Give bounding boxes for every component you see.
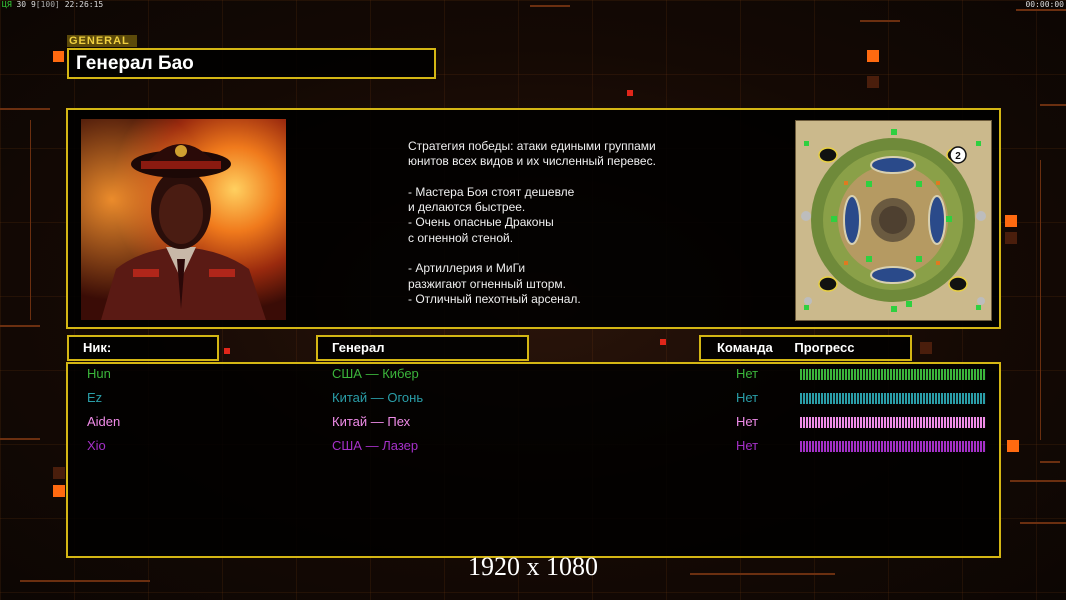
player-general: США — Кибер <box>332 366 419 381</box>
general-name: Генерал Бао <box>67 48 436 79</box>
bracket-value: [100] <box>35 0 60 9</box>
bg-square <box>867 50 879 62</box>
player-team: Нет <box>736 390 759 405</box>
bg-square <box>660 339 666 345</box>
player-nick: Hun <box>87 366 111 381</box>
general-portrait <box>81 119 286 320</box>
player-progress-bar <box>800 417 986 428</box>
minimap-image: 2 <box>796 121 991 320</box>
player-team: Нет <box>736 366 759 381</box>
portrait-image <box>81 119 286 320</box>
game-timer: 00:00:00 <box>1025 0 1064 9</box>
player-general: Китай — Огонь <box>332 390 424 405</box>
bg-vline <box>1040 160 1041 440</box>
header-progress: Прогресс <box>794 340 855 355</box>
status-bar: ЦЯ 30 9[100] 22:26:15 00:00:00 <box>0 0 1066 10</box>
bg-square <box>920 342 932 354</box>
player-progress-bar <box>800 393 986 404</box>
bg-line <box>1010 480 1066 482</box>
general-description: Стратегия победы: атаки едиными группами… <box>408 139 656 306</box>
bg-vline <box>30 120 31 320</box>
status-left: ЦЯ 30 9[100] 22:26:15 <box>2 0 103 9</box>
player-row: Hun США — Кибер Нет <box>68 364 999 384</box>
player-nick: Ez <box>87 390 103 405</box>
player-general: США — Лазер <box>332 438 419 453</box>
bg-square <box>1005 232 1017 244</box>
player-team: Нет <box>736 414 759 429</box>
bg-square <box>1005 215 1017 227</box>
bg-square <box>53 467 65 479</box>
resolution-label: 1920 x 1080 <box>468 552 598 581</box>
bg-line <box>1020 522 1066 524</box>
fps-counter: 30 <box>16 0 27 9</box>
player-team: Нет <box>736 438 759 453</box>
bg-line <box>0 325 40 327</box>
connection-status: ЦЯ <box>2 0 12 9</box>
bg-square <box>53 51 64 62</box>
bg-square <box>224 348 230 354</box>
player-progress-bar <box>800 441 986 452</box>
header-general: Генерал <box>316 335 529 361</box>
bg-square <box>53 485 65 497</box>
player-row: Ez Китай — Огонь Нет <box>68 388 999 408</box>
bg-line <box>1040 104 1066 106</box>
bg-square <box>1007 440 1019 452</box>
bg-square <box>867 76 879 88</box>
header-team: Команда <box>717 340 773 355</box>
header-nick: Ник: <box>67 335 219 361</box>
loading-screen: ЦЯ 30 9[100] 22:26:15 00:00:00 GENERAL Г… <box>0 0 1066 600</box>
player-progress-bar <box>800 369 986 380</box>
bg-square <box>627 90 633 96</box>
player-nick: Xio <box>87 438 106 453</box>
bg-line <box>1040 461 1060 463</box>
player-general: Китай — Пех <box>332 414 411 429</box>
general-tag: GENERAL <box>67 35 137 47</box>
player-row: Aiden Китай — Пех Нет <box>68 412 999 432</box>
general-info-panel: Стратегия победы: атаки едиными группами… <box>66 108 1001 329</box>
bg-line <box>860 20 900 22</box>
player-row: Xio США — Лазер Нет <box>68 436 999 456</box>
clock: 22:26:15 <box>64 0 104 9</box>
map-preview: 2 <box>795 120 992 321</box>
start-slot-label: 2 <box>955 151 961 162</box>
bg-line <box>0 438 40 440</box>
player-nick: Aiden <box>87 414 121 429</box>
header-team-progress: Команда Прогресс <box>699 335 912 361</box>
bg-line <box>0 108 50 110</box>
players-panel: Hun США — Кибер Нет Ez Китай — Огонь Нет Aiden… <box>66 362 1001 558</box>
